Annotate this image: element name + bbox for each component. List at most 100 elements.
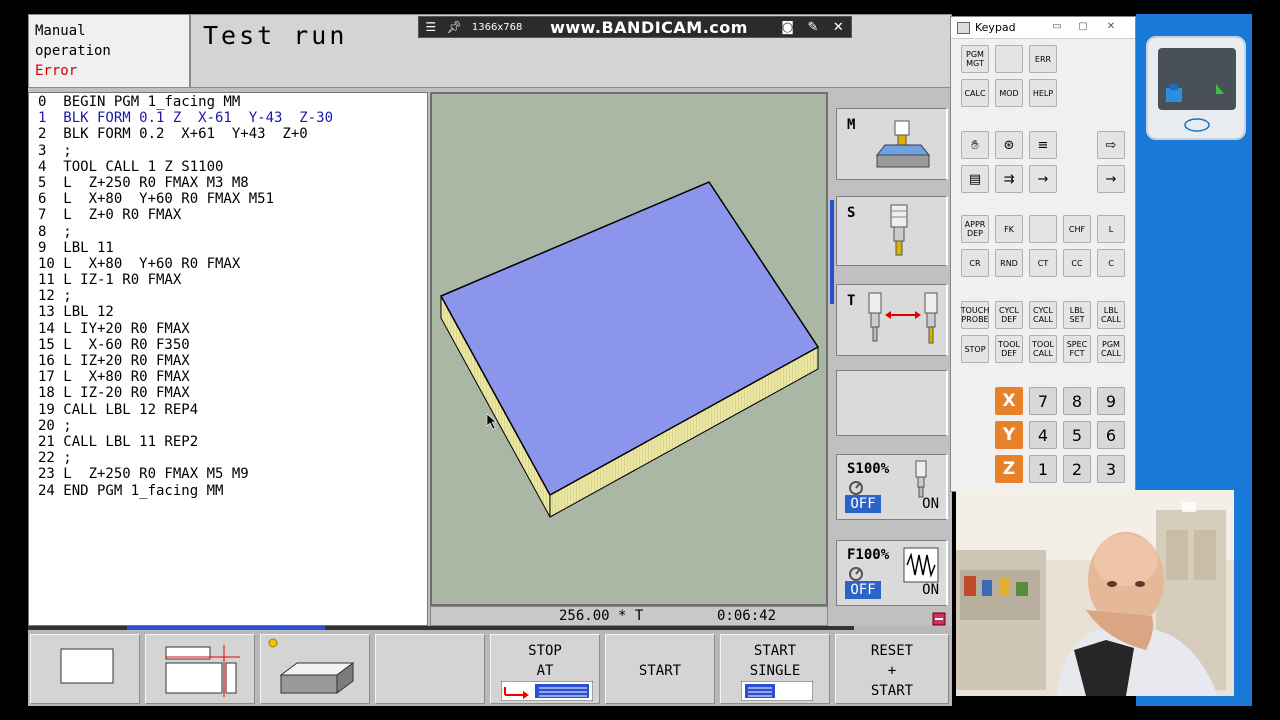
softkey-3d-view[interactable]	[260, 634, 370, 704]
close-icon[interactable]: ✕	[1101, 21, 1121, 33]
program-line[interactable]: 16 L IZ+20 R0 FMAX	[38, 353, 427, 369]
machine-mode-box[interactable]: Manual operation Error	[28, 14, 190, 88]
program-line[interactable]: 0 BEGIN PGM 1_facing MM	[38, 94, 427, 110]
softkey-empty[interactable]	[375, 634, 485, 704]
program-line[interactable]: 18 L IZ-20 R0 FMAX	[38, 385, 427, 401]
maximize-icon[interactable]: ▢	[1073, 21, 1093, 33]
program-line[interactable]: 8 ;	[38, 224, 427, 240]
key-cycl-call[interactable]: CYCL CALL	[1029, 301, 1057, 329]
key-calc[interactable]: CALC	[961, 79, 989, 107]
list-run-icon[interactable]: ≡	[1029, 131, 1057, 159]
key-stop[interactable]: STOP	[961, 335, 989, 363]
key-cc[interactable]: CC	[1063, 249, 1091, 277]
key-appr-dep[interactable]: APPR DEP	[961, 215, 989, 243]
digit-key-1[interactable]: 1	[1029, 455, 1057, 483]
key-tool-call[interactable]: TOOL CALL	[1029, 335, 1057, 363]
program-line[interactable]: 10 L X+80 Y+60 R0 FMAX	[38, 256, 427, 272]
key-tool-def[interactable]: TOOL DEF	[995, 335, 1023, 363]
softkey-start-single[interactable]: START SINGLE	[720, 634, 830, 704]
digit-key-4[interactable]: 4	[1029, 421, 1057, 449]
program-line[interactable]: 15 L X-60 R0 F350	[38, 337, 427, 353]
menu-icon[interactable]: ☰	[419, 20, 442, 34]
axis-key-x[interactable]: X	[995, 387, 1023, 415]
axis-key-z[interactable]: Z	[995, 455, 1023, 483]
key-help[interactable]: HELP	[1029, 79, 1057, 107]
program-line[interactable]: 5 L Z+250 R0 FMAX M3 M8	[38, 175, 427, 191]
program-line[interactable]: 14 L IY+20 R0 FMAX	[38, 321, 427, 337]
spindle-panel[interactable]: S	[836, 196, 948, 266]
key-pgm-mgt[interactable]: PGM MGT	[961, 45, 989, 73]
key-touch-probe[interactable]: TOUCH PROBE	[961, 301, 989, 329]
minimize-icon[interactable]: ▭	[1047, 21, 1067, 33]
key-chf[interactable]: CHF	[1063, 215, 1091, 243]
digit-key-6[interactable]: 6	[1097, 421, 1125, 449]
pencil-icon[interactable]: ✎	[800, 20, 825, 35]
digit-key-7[interactable]: 7	[1029, 387, 1057, 415]
close-icon[interactable]: ✕	[826, 20, 851, 35]
program-line[interactable]: 17 L X+80 R0 FMAX	[38, 369, 427, 385]
spindle-override-off[interactable]: OFF	[845, 495, 881, 513]
run-arrow-icon[interactable]: →	[1029, 165, 1057, 193]
softkey-reset-start[interactable]: RESET + START	[835, 634, 949, 704]
keypad-title-bar[interactable]: Keypad ▭ ▢ ✕	[951, 17, 1135, 39]
key-blank[interactable]	[1029, 215, 1057, 243]
softkey-stop-at[interactable]: STOP AT	[490, 634, 600, 704]
key-mod[interactable]: MOD	[995, 79, 1023, 107]
steering-icon[interactable]: ⊛	[995, 131, 1023, 159]
program-line[interactable]: 21 CALL LBL 11 REP2	[38, 434, 427, 450]
key-blank[interactable]	[995, 45, 1023, 73]
program-line[interactable]: 24 END PGM 1_facing MM	[38, 483, 427, 499]
key-cr[interactable]: CR	[961, 249, 989, 277]
softkey-view-layout[interactable]	[145, 634, 255, 704]
m-function-panel[interactable]: M	[836, 108, 948, 180]
hand-icon[interactable]: ✋︎	[961, 131, 989, 159]
edit-mode-icon[interactable]: ⇨	[1097, 131, 1125, 159]
digit-key-3[interactable]: 3	[1097, 455, 1125, 483]
digit-key-8[interactable]: 8	[1063, 387, 1091, 415]
program-line[interactable]: 12 ;	[38, 288, 427, 304]
digit-key-9[interactable]: 9	[1097, 387, 1125, 415]
softkey-blank-view[interactable]	[30, 634, 140, 704]
program-line[interactable]: 11 L IZ-1 R0 FMAX	[38, 272, 427, 288]
program-listing[interactable]: 0 BEGIN PGM 1_facing MM 1 BLK FORM 0.1 Z …	[28, 92, 428, 626]
single-block-icon[interactable]: ▤	[961, 165, 989, 193]
key-cycl-def[interactable]: CYCL DEF	[995, 301, 1023, 329]
key-spec-fct[interactable]: SPEC FCT	[1063, 335, 1091, 363]
feed-override-on[interactable]: ON	[922, 581, 939, 599]
digit-key-5[interactable]: 5	[1063, 421, 1091, 449]
key-l[interactable]: L	[1097, 215, 1125, 243]
key-lbl-call[interactable]: LBL CALL	[1097, 301, 1125, 329]
program-line[interactable]: 22 ;	[38, 450, 427, 466]
key-c[interactable]: C	[1097, 249, 1125, 277]
spindle-override-panel[interactable]: S100% OFF ON	[836, 454, 948, 520]
intel-widget[interactable]	[1146, 36, 1246, 140]
program-run-icon[interactable]: ⇉	[995, 165, 1023, 193]
feed-override-panel[interactable]: F100% OFF ON	[836, 540, 948, 606]
program-line[interactable]: 13 LBL 12	[38, 304, 427, 320]
key-err[interactable]: ERR	[1029, 45, 1057, 73]
program-line[interactable]: 2 BLK FORM 0.2 X+61 Y+43 Z+0	[38, 126, 427, 142]
test-run-icon[interactable]: →	[1097, 165, 1125, 193]
screen-switch-icon[interactable]	[932, 612, 946, 626]
program-line[interactable]: 9 LBL 11	[38, 240, 427, 256]
program-line[interactable]: 4 TOOL CALL 1 Z S1100	[38, 159, 427, 175]
feed-override-switch[interactable]: OFF ON	[845, 581, 943, 599]
feed-override-off[interactable]: OFF	[845, 581, 881, 599]
key-rnd[interactable]: RND	[995, 249, 1023, 277]
pin-icon[interactable]: 📌︎	[442, 20, 465, 34]
key-lbl-set[interactable]: LBL SET	[1063, 301, 1091, 329]
program-line[interactable]: 6 L X+80 Y+60 R0 FMAX M51	[38, 191, 427, 207]
program-line-active[interactable]: 1 BLK FORM 0.1 Z X-61 Y-43 Z-30	[38, 110, 427, 126]
key-fk[interactable]: FK	[995, 215, 1023, 243]
spindle-override-switch[interactable]: OFF ON	[845, 495, 943, 513]
program-line[interactable]: 20 ;	[38, 418, 427, 434]
program-line[interactable]: 7 L Z+0 R0 FMAX	[38, 207, 427, 223]
axis-key-y[interactable]: Y	[995, 421, 1023, 449]
digit-key-2[interactable]: 2	[1063, 455, 1091, 483]
softkey-start[interactable]: START	[605, 634, 715, 704]
key-pgm-call[interactable]: PGM CALL	[1097, 335, 1125, 363]
camera-icon[interactable]: ◙	[775, 20, 800, 35]
program-line[interactable]: 3 ;	[38, 143, 427, 159]
tool-change-panel[interactable]: T	[836, 284, 948, 356]
program-line[interactable]: 19 CALL LBL 12 REP4	[38, 402, 427, 418]
